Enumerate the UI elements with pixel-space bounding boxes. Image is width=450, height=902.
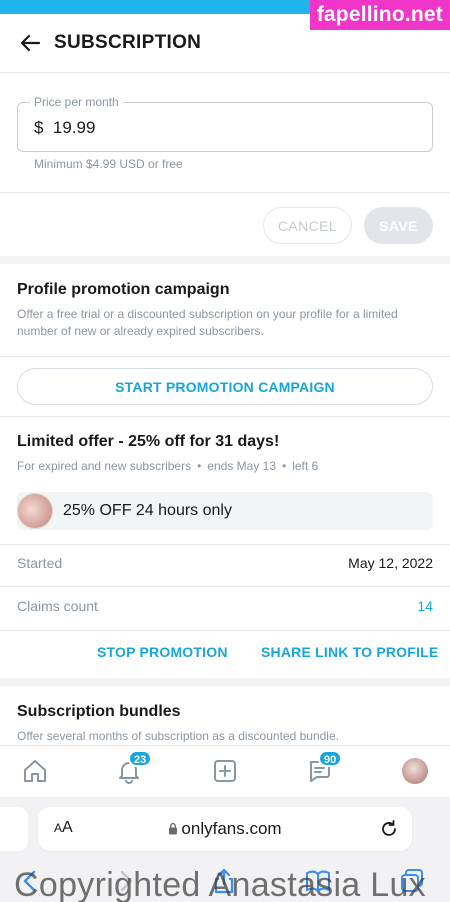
price-hint: Minimum $4.99 USD or free	[34, 157, 183, 171]
started-label: Started	[17, 555, 63, 571]
start-promotion-button[interactable]: START PROMOTION CAMPAIGN	[17, 368, 433, 405]
offer-chip-text: 25% OFF 24 hours only	[63, 502, 232, 519]
bottom-navigation: 23 90	[0, 745, 450, 797]
price-field-label: Price per month	[30, 95, 123, 109]
section-gap	[0, 256, 450, 264]
bundles-title: Subscription bundles	[17, 703, 181, 720]
stop-promotion-link[interactable]: STOP PROMOTION	[97, 644, 228, 660]
page-header: SUBSCRIPTION	[0, 14, 450, 72]
promotion-description: Offer a free trial or a discounted subsc…	[17, 307, 398, 338]
reload-icon[interactable]	[378, 818, 400, 840]
divider	[0, 586, 450, 587]
profile-nav[interactable]	[398, 754, 432, 788]
avatar	[402, 758, 428, 784]
divider	[0, 544, 450, 545]
cancel-button[interactable]: CANCEL	[263, 207, 352, 244]
lock-icon	[169, 822, 178, 835]
divider	[0, 356, 450, 357]
share-link-to-profile-link[interactable]: SHARE LINK TO PROFILE	[261, 644, 438, 660]
url-display[interactable]: onlyfans.com	[38, 819, 412, 839]
price-per-month-field[interactable]: Price per month $ 19.99	[17, 95, 433, 152]
save-button[interactable]: SAVE	[364, 207, 433, 244]
claims-label: Claims count	[17, 598, 98, 614]
back-arrow-icon[interactable]	[12, 25, 48, 61]
add-post-icon[interactable]	[208, 754, 242, 788]
offer-title: Limited offer - 25% off for 31 days!	[17, 433, 280, 450]
offer-chip: 25% OFF 24 hours only	[17, 492, 433, 530]
promotion-title: Profile promotion campaign	[17, 281, 230, 298]
section-gap	[0, 678, 450, 686]
bundles-description: Offer several months of subscription as …	[17, 729, 339, 742]
price-value[interactable]: $ 19.99	[34, 118, 95, 138]
offer-left: left 6	[292, 459, 319, 473]
page-title: SUBSCRIPTION	[54, 32, 202, 53]
home-icon[interactable]	[18, 754, 52, 788]
offer-meta: For expired and new subscribers • ends May…	[17, 459, 319, 473]
notifications-badge: 23	[128, 750, 153, 767]
started-value: May 12, 2022	[348, 555, 433, 571]
offer-audience: For expired and new subscribers	[17, 459, 192, 473]
notifications-nav[interactable]: 23	[112, 750, 153, 788]
url-text: onlyfans.com	[181, 819, 282, 838]
copyright-watermark: Copyrighted Anastasia Lux	[14, 866, 426, 902]
divider	[0, 416, 450, 417]
divider	[0, 630, 450, 631]
claims-value: 14	[417, 598, 433, 614]
messages-nav[interactable]: 90	[302, 750, 343, 788]
divider	[0, 72, 450, 73]
previous-tab[interactable]	[0, 807, 28, 851]
divider	[0, 192, 450, 193]
offer-ends: ends May 13	[207, 459, 277, 473]
messages-badge: 90	[318, 750, 343, 767]
avatar	[17, 493, 53, 529]
address-bar[interactable]: AA onlyfans.com	[38, 807, 412, 851]
